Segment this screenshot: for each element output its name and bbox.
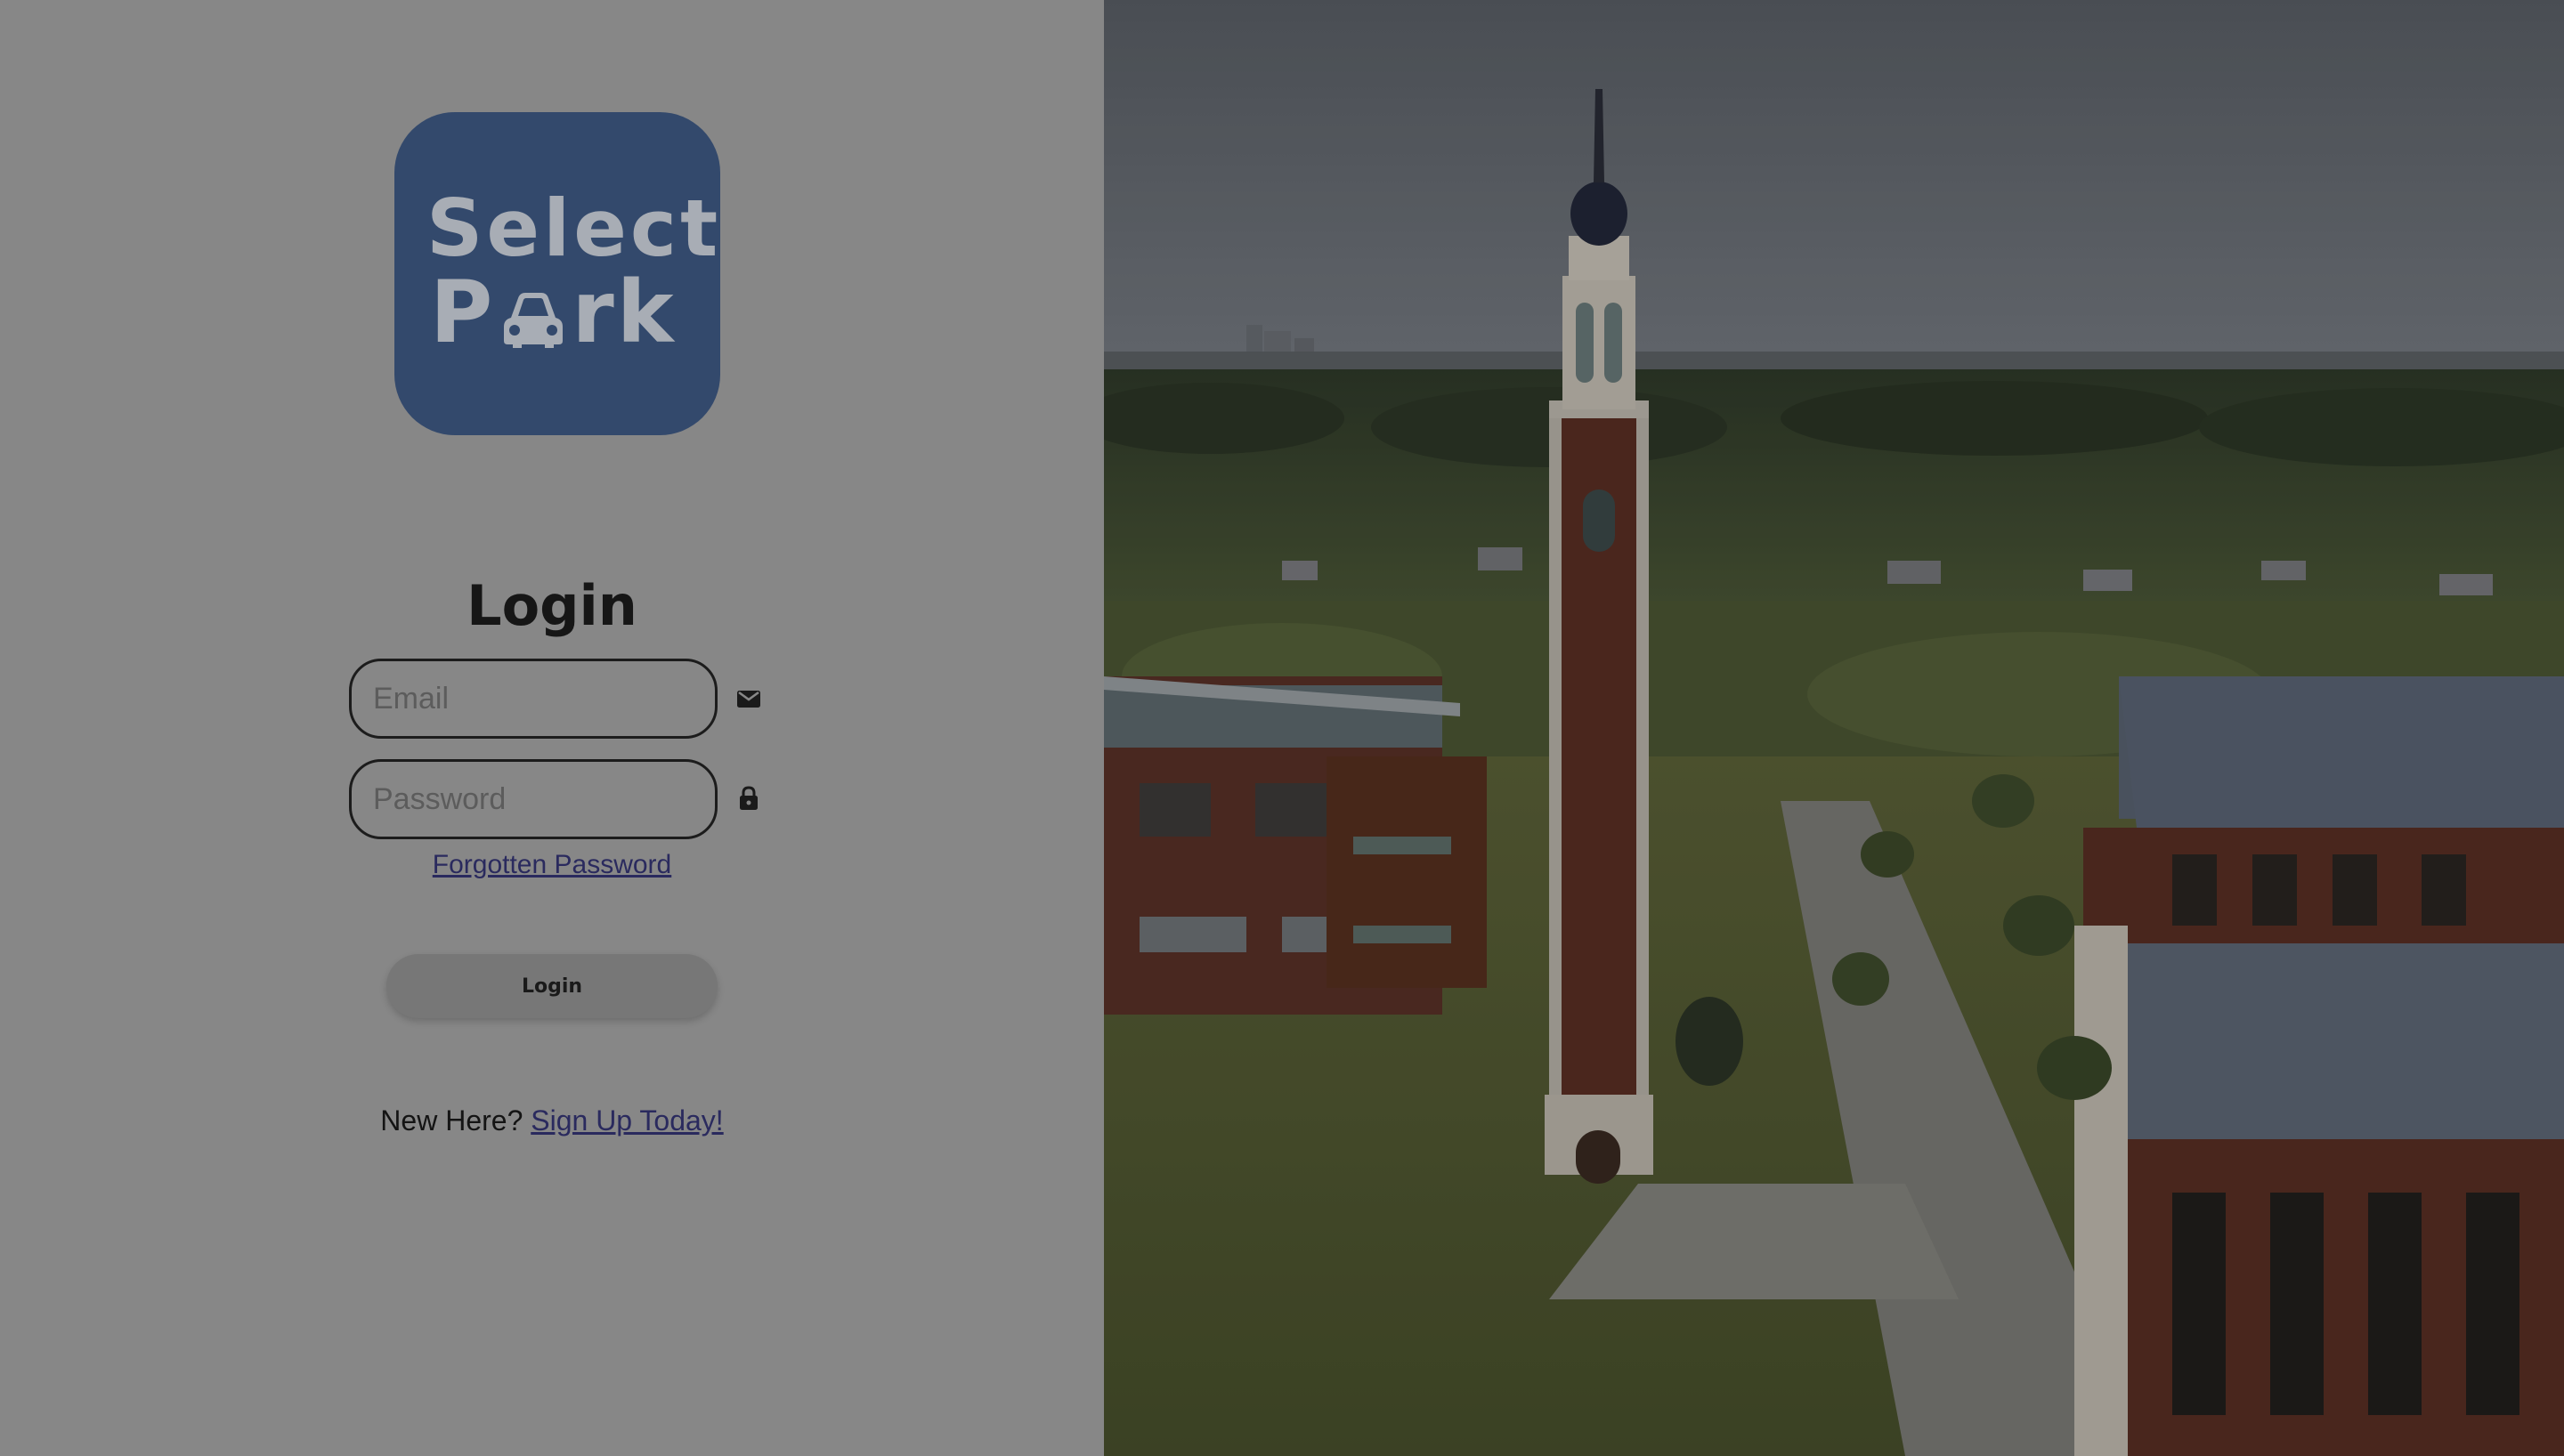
lock-icon	[740, 786, 758, 810]
password-field[interactable]	[349, 759, 718, 839]
login-button[interactable]: Login	[386, 954, 718, 1018]
car-icon	[504, 293, 564, 348]
login-panel: Select P rk Login Forgotte	[0, 0, 1104, 1456]
signup-prompt: New Here? Sign Up Today!	[0, 1104, 1104, 1137]
mail-icon	[737, 691, 760, 708]
email-field[interactable]	[349, 659, 718, 739]
logo-text-park: P rk	[430, 270, 677, 355]
signup-link[interactable]: Sign Up Today!	[531, 1104, 723, 1136]
logo-letter-p: P	[430, 263, 496, 362]
campus-photo-illustration	[1104, 0, 2564, 1456]
page-title: Login	[467, 573, 637, 638]
signup-prompt-text: New Here?	[380, 1104, 523, 1136]
select-park-logo: Select P rk	[394, 112, 720, 435]
login-page: Select P rk Login Forgotte	[0, 0, 2564, 1456]
campus-photo	[1104, 0, 2564, 1456]
logo-letters-rk: rk	[572, 263, 677, 362]
logo-text-select: Select	[426, 182, 722, 274]
forgotten-password-link[interactable]: Forgotten Password	[0, 850, 1104, 880]
